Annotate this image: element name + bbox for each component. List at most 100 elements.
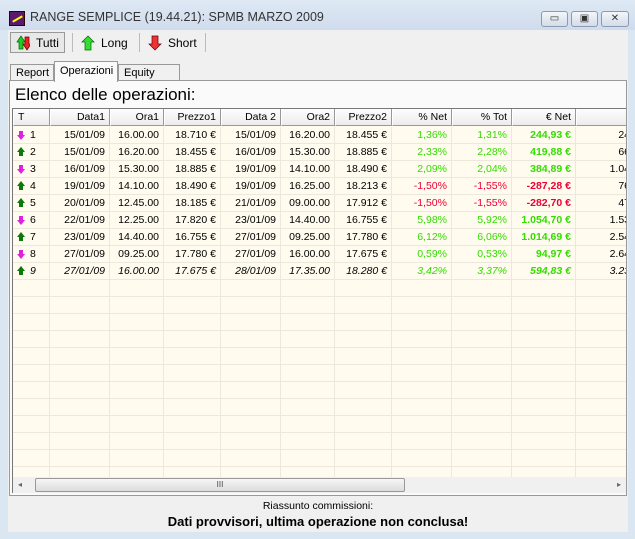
scroll-left-icon[interactable]: ◂ [18, 480, 22, 489]
cell-prezzo2: 18.213 € [335, 178, 392, 195]
empty-cell [335, 450, 392, 467]
cell-prezzo1: 18.885 € [164, 161, 221, 178]
window-title: RANGE SEMPLICE (19.44.21): SPMB MARZO 20… [30, 10, 324, 24]
empty-cell [50, 382, 110, 399]
table-row[interactable]: 8 27/01/09 09.25.00 17.780 €27/01/09 16.00.0… [13, 246, 626, 263]
table-row[interactable]: 9 27/01/09 16.00.00 17.675 €28/01/09 17.35.0… [13, 263, 626, 280]
table-row[interactable]: 6 22/01/09 12.25.00 17.820 €23/01/09 14.40.0… [13, 212, 626, 229]
table-row[interactable]: 3 16/01/09 15.30.00 18.885 €19/01/09 14.10.0… [13, 161, 626, 178]
empty-cell [110, 331, 164, 348]
empty-cell [164, 331, 221, 348]
up-down-arrows-icon [16, 34, 30, 51]
empty-cell [452, 280, 512, 297]
table-row[interactable]: 7 23/01/09 14.40.00 16.755 €27/01/09 09.25.0… [13, 229, 626, 246]
table-row[interactable]: 5 20/01/09 12.45.00 18.185 €21/01/09 09.00.0… [13, 195, 626, 212]
empty-cell [110, 450, 164, 467]
cell-data2: 21/01/09 [221, 195, 281, 212]
cell-ora1: 16.00.00 [110, 263, 164, 280]
cell-pct-net: -1,50% [392, 195, 452, 212]
empty-cell [452, 314, 512, 331]
empty-cell [576, 331, 626, 348]
cell-number: 4 [30, 180, 36, 192]
cell-type: 2 [13, 144, 50, 161]
empty-cell [392, 416, 452, 433]
empty-cell [221, 314, 281, 331]
cell-prezzo2: 17.780 € [335, 229, 392, 246]
empty-cell [13, 331, 50, 348]
cell-data1: 15/01/09 [50, 127, 110, 144]
empty-cell [13, 433, 50, 450]
close-button[interactable]: ✕ [601, 11, 629, 27]
empty-cell [512, 297, 576, 314]
cell-pct-tot: -1,55% [452, 195, 512, 212]
table-row[interactable]: 4 19/01/09 14.10.00 18.490 €19/01/09 16.25.0… [13, 178, 626, 195]
cell-cumulative: 66 [576, 144, 626, 161]
empty-cell [13, 348, 50, 365]
short-button[interactable]: Short [143, 32, 202, 53]
maximize-button[interactable]: ▣ [571, 11, 598, 27]
col-header-ora2[interactable]: Ora2 [281, 109, 335, 126]
cell-data2: 23/01/09 [221, 212, 281, 229]
col-header-prezzo1[interactable]: Prezzo1 [164, 109, 221, 126]
empty-row [13, 280, 626, 297]
tab-equity-line[interactable]: Equity Line [118, 64, 180, 91]
scroll-right-icon[interactable]: ▸ [617, 480, 621, 489]
col-header-data2[interactable]: Data 2 [221, 109, 281, 126]
cell-pct-tot: 3,37% [452, 263, 512, 280]
cell-pct-net: 2,33% [392, 144, 452, 161]
empty-cell [576, 467, 626, 477]
minimize-button[interactable]: ▭ [541, 11, 568, 27]
long-button[interactable]: Long [76, 32, 133, 53]
cell-pct-net: 2,09% [392, 161, 452, 178]
col-header-prezzo2[interactable]: Prezzo2 [335, 109, 392, 126]
empty-row [13, 297, 626, 314]
toolbar: Tutti Long Short [8, 30, 628, 54]
empty-cell [50, 331, 110, 348]
col-header-cumulative[interactable] [576, 109, 626, 126]
cell-prezzo2: 17.912 € [335, 195, 392, 212]
empty-cell [50, 433, 110, 450]
cell-number: 5 [30, 197, 36, 209]
empty-cell [110, 280, 164, 297]
col-header-data1[interactable]: Data1 [50, 109, 110, 126]
table-row[interactable]: 1 15/01/09 16.00.00 18.710 €15/01/09 16.20.0… [13, 127, 626, 144]
cell-eur-net: -287,28 € [512, 178, 576, 195]
summary: Riassunto commissioni: Dati provvisori, … [8, 496, 628, 529]
empty-row [13, 348, 626, 365]
col-header-pct-net[interactable]: % Net [392, 109, 452, 126]
short-arrow-icon [17, 164, 25, 174]
cell-prezzo1: 17.780 € [164, 246, 221, 263]
empty-cell [335, 382, 392, 399]
col-header-eur-net[interactable]: € Net [512, 109, 576, 126]
scrollbar-thumb[interactable]: III [35, 478, 405, 492]
empty-cell [13, 382, 50, 399]
cell-prezzo1: 18.455 € [164, 144, 221, 161]
empty-cell [13, 297, 50, 314]
empty-cell [576, 314, 626, 331]
tab-operazioni[interactable]: Operazioni [54, 61, 118, 82]
cell-ora1: 14.40.00 [110, 229, 164, 246]
empty-cell [50, 297, 110, 314]
cell-eur-net: 1.014,69 € [512, 229, 576, 246]
cell-cumulative: 47 [576, 195, 626, 212]
empty-cell [392, 450, 452, 467]
empty-cell [281, 297, 335, 314]
empty-cell [164, 314, 221, 331]
empty-cell [221, 450, 281, 467]
cell-type: 9 [13, 263, 50, 280]
cell-pct-tot: 2,04% [452, 161, 512, 178]
empty-row [13, 433, 626, 450]
cell-eur-net: 384,89 € [512, 161, 576, 178]
cell-data1: 27/01/09 [50, 246, 110, 263]
cell-eur-net: 94,97 € [512, 246, 576, 263]
col-header-ora1[interactable]: Ora1 [110, 109, 164, 126]
horizontal-scrollbar[interactable]: ◂ III ▸ [12, 477, 626, 493]
cell-ora2: 17.35.00 [281, 263, 335, 280]
tab-report[interactable]: Report [10, 64, 54, 81]
col-header-pct-tot[interactable]: % Tot [452, 109, 512, 126]
col-header-t[interactable]: T [13, 109, 50, 126]
cell-ora1: 12.25.00 [110, 212, 164, 229]
table-row[interactable]: 2 15/01/09 16.20.00 18.455 €16/01/09 15.30.0… [13, 144, 626, 161]
tutti-button[interactable]: Tutti [10, 32, 65, 53]
cell-number: 9 [30, 265, 36, 277]
